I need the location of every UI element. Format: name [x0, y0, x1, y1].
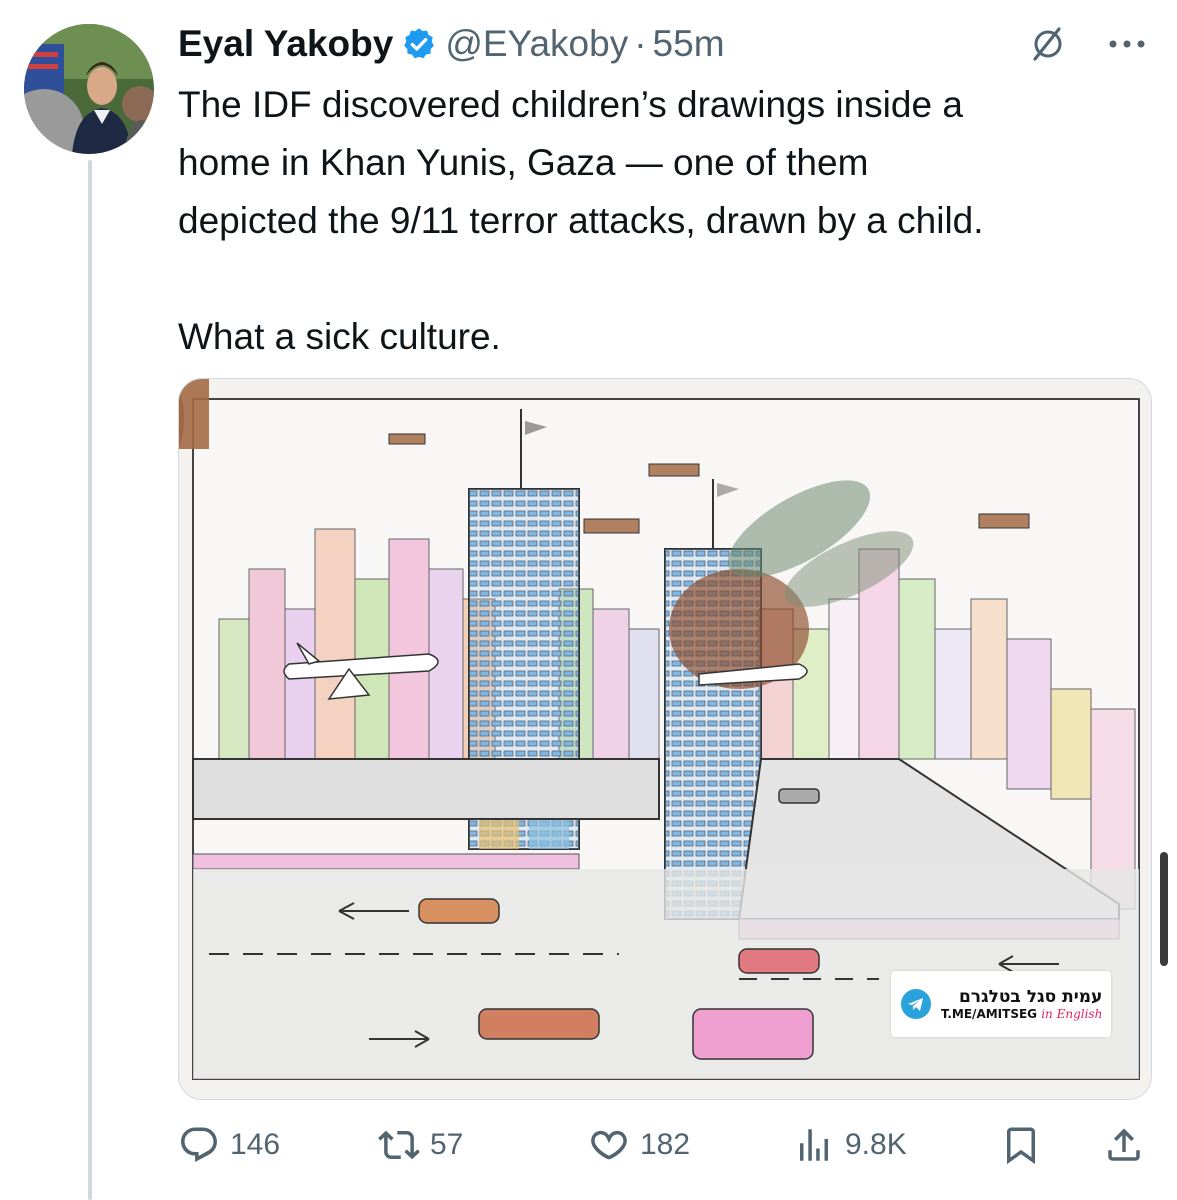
share-icon: [1108, 1128, 1140, 1161]
verified-badge-icon: [401, 26, 437, 62]
avatar[interactable]: [24, 24, 154, 154]
watermark: עמית סגל בטלגרם T.ME/AMITSEG in English: [891, 971, 1111, 1037]
reply-count: 146: [230, 1128, 281, 1161]
tweet-text: The IDF discovered children’s drawings i…: [178, 84, 984, 357]
like-count: 182: [640, 1128, 691, 1161]
grok-icon[interactable]: [1029, 25, 1067, 63]
tweet-media-image[interactable]: עמית סגל בטלגרם T.ME/AMITSEG in English: [178, 378, 1152, 1100]
bookmark-icon: [1007, 1127, 1035, 1165]
views-icon: [800, 1129, 828, 1161]
reply-icon: [181, 1127, 217, 1162]
avatar-image: [24, 24, 154, 154]
like-icon: [591, 1130, 627, 1160]
views-button[interactable]: 9.8K: [793, 1120, 907, 1170]
telegram-icon: [901, 989, 931, 1019]
reply-button[interactable]: 146: [178, 1120, 280, 1170]
share-button[interactable]: [1103, 1120, 1145, 1170]
watermark-lang: in English: [1041, 1007, 1103, 1021]
tweet-header: Eyal Yakoby @EYakoby · 55m: [178, 22, 725, 66]
repost-icon: [378, 1130, 420, 1160]
header-actions: [1029, 22, 1147, 66]
more-icon[interactable]: [1107, 38, 1147, 50]
view-count: 9.8K: [845, 1128, 907, 1161]
display-name[interactable]: Eyal Yakoby: [178, 23, 393, 65]
scrollbar-thumb[interactable]: [1160, 852, 1168, 966]
repost-button[interactable]: 57: [378, 1120, 463, 1170]
author-handle[interactable]: @EYakoby: [445, 23, 628, 65]
tweet-actions: 146 57 182 9.8K: [178, 1120, 1148, 1170]
separator-dot: ·: [634, 23, 647, 64]
watermark-channel: עמית סגל בטלגרם: [958, 987, 1103, 1007]
watermark-handle-line: T.ME/AMITSEG in English: [941, 1007, 1102, 1021]
like-button[interactable]: 182: [588, 1120, 690, 1170]
timestamp[interactable]: 55m: [653, 23, 725, 65]
bookmark-button[interactable]: [1000, 1120, 1042, 1170]
thread-line: [88, 160, 92, 1200]
watermark-text: עמית סגל בטלגרם T.ME/AMITSEG in English: [941, 987, 1102, 1021]
watermark-handle: T.ME/AMITSEG: [941, 1007, 1038, 1021]
repost-count: 57: [430, 1128, 464, 1161]
